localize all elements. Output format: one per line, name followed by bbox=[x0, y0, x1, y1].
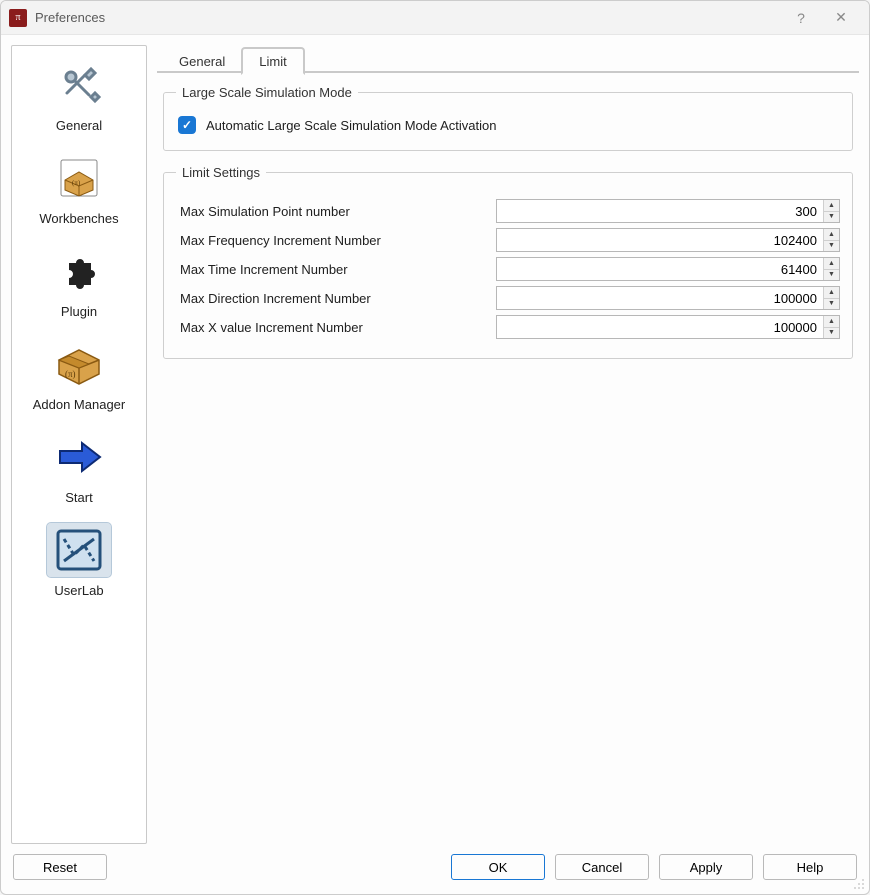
addon-manager-icon: (π) bbox=[47, 337, 111, 391]
field-label: Max X value Increment Number bbox=[176, 320, 496, 335]
input-max-x-increment[interactable] bbox=[497, 316, 823, 338]
titlebar: π Preferences ? ✕ bbox=[1, 1, 869, 35]
spin-down-icon[interactable]: ▼ bbox=[824, 299, 839, 310]
tab-limit[interactable]: Limit bbox=[241, 47, 304, 75]
sidebar-item-label: Addon Manager bbox=[33, 397, 126, 412]
checkbox-auto-large-scale[interactable]: ✓ bbox=[178, 116, 196, 134]
reset-button[interactable]: Reset bbox=[13, 854, 107, 880]
spin-up-icon[interactable]: ▲ bbox=[824, 200, 839, 212]
spin-up-icon[interactable]: ▲ bbox=[824, 229, 839, 241]
group-legend: Limit Settings bbox=[176, 165, 266, 180]
sidebar-item-workbenches[interactable]: (π) Workbenches bbox=[14, 145, 144, 236]
spin-down-icon[interactable]: ▼ bbox=[824, 328, 839, 339]
field-label: Max Simulation Point number bbox=[176, 204, 496, 219]
main-panel: General Limit Large Scale Simulation Mod… bbox=[157, 45, 859, 844]
spin-up-icon[interactable]: ▲ bbox=[824, 316, 839, 328]
sidebar-item-label: Start bbox=[65, 490, 92, 505]
cancel-button[interactable]: Cancel bbox=[555, 854, 649, 880]
sidebar-item-addon-manager[interactable]: (π) Addon Manager bbox=[14, 331, 144, 422]
tab-bar: General Limit bbox=[157, 45, 859, 73]
content-area: General (π) Workbenches bbox=[1, 35, 869, 848]
spin-down-icon[interactable]: ▼ bbox=[824, 212, 839, 223]
spin-down-icon[interactable]: ▼ bbox=[824, 241, 839, 252]
app-icon: π bbox=[9, 9, 27, 27]
spinbox-max-frequency-increment[interactable]: ▲ ▼ bbox=[496, 228, 840, 252]
input-max-frequency-increment[interactable] bbox=[497, 229, 823, 251]
ok-button[interactable]: OK bbox=[451, 854, 545, 880]
userlab-icon bbox=[47, 523, 111, 577]
category-sidebar[interactable]: General (π) Workbenches bbox=[11, 45, 147, 844]
sidebar-item-userlab[interactable]: UserLab bbox=[14, 517, 144, 608]
group-large-scale-mode: Large Scale Simulation Mode ✓ Automatic … bbox=[163, 85, 853, 151]
row-max-frequency-increment: Max Frequency Increment Number ▲ ▼ bbox=[176, 228, 840, 252]
spinbox-max-time-increment[interactable]: ▲ ▼ bbox=[496, 257, 840, 281]
spinbox-max-x-increment[interactable]: ▲ ▼ bbox=[496, 315, 840, 339]
plugin-icon bbox=[47, 244, 111, 298]
input-max-time-increment[interactable] bbox=[497, 258, 823, 280]
spin-up-icon[interactable]: ▲ bbox=[824, 258, 839, 270]
spinbox-max-direction-increment[interactable]: ▲ ▼ bbox=[496, 286, 840, 310]
sidebar-item-general[interactable]: General bbox=[14, 52, 144, 143]
checkbox-auto-large-scale-label[interactable]: Automatic Large Scale Simulation Mode Ac… bbox=[206, 118, 497, 133]
field-label: Max Frequency Increment Number bbox=[176, 233, 496, 248]
sidebar-item-plugin[interactable]: Plugin bbox=[14, 238, 144, 329]
close-icon[interactable]: ✕ bbox=[821, 4, 861, 32]
sidebar-item-start[interactable]: Start bbox=[14, 424, 144, 515]
input-max-simulation-point[interactable] bbox=[497, 200, 823, 222]
row-max-x-increment: Max X value Increment Number ▲ ▼ bbox=[176, 315, 840, 339]
field-label: Max Time Increment Number bbox=[176, 262, 496, 277]
sidebar-item-label: Workbenches bbox=[39, 211, 118, 226]
start-icon bbox=[47, 430, 111, 484]
apply-button[interactable]: Apply bbox=[659, 854, 753, 880]
svg-text:(π): (π) bbox=[65, 369, 76, 379]
row-max-direction-increment: Max Direction Increment Number ▲ ▼ bbox=[176, 286, 840, 310]
row-max-time-increment: Max Time Increment Number ▲ ▼ bbox=[176, 257, 840, 281]
spin-down-icon[interactable]: ▼ bbox=[824, 270, 839, 281]
group-limit-settings: Limit Settings Max Simulation Point numb… bbox=[163, 165, 853, 359]
general-icon bbox=[47, 58, 111, 112]
preferences-window: π Preferences ? ✕ bbox=[0, 0, 870, 895]
sidebar-item-label: Plugin bbox=[61, 304, 97, 319]
help-button[interactable]: Help bbox=[763, 854, 857, 880]
workbenches-icon: (π) bbox=[47, 151, 111, 205]
svg-text:(π): (π) bbox=[72, 179, 81, 187]
help-icon[interactable]: ? bbox=[781, 4, 821, 32]
field-label: Max Direction Increment Number bbox=[176, 291, 496, 306]
dialog-button-bar: Reset OK Cancel Apply Help bbox=[1, 848, 869, 894]
group-legend: Large Scale Simulation Mode bbox=[176, 85, 358, 100]
resize-grip-icon[interactable] bbox=[851, 876, 865, 890]
tab-panel-limit: Large Scale Simulation Mode ✓ Automatic … bbox=[157, 73, 859, 844]
sidebar-item-label: UserLab bbox=[54, 583, 103, 598]
window-title: Preferences bbox=[35, 10, 105, 25]
tab-general[interactable]: General bbox=[163, 49, 241, 73]
input-max-direction-increment[interactable] bbox=[497, 287, 823, 309]
spin-up-icon[interactable]: ▲ bbox=[824, 287, 839, 299]
sidebar-item-label: General bbox=[56, 118, 102, 133]
row-max-simulation-point: Max Simulation Point number ▲ ▼ bbox=[176, 199, 840, 223]
spinbox-max-simulation-point[interactable]: ▲ ▼ bbox=[496, 199, 840, 223]
